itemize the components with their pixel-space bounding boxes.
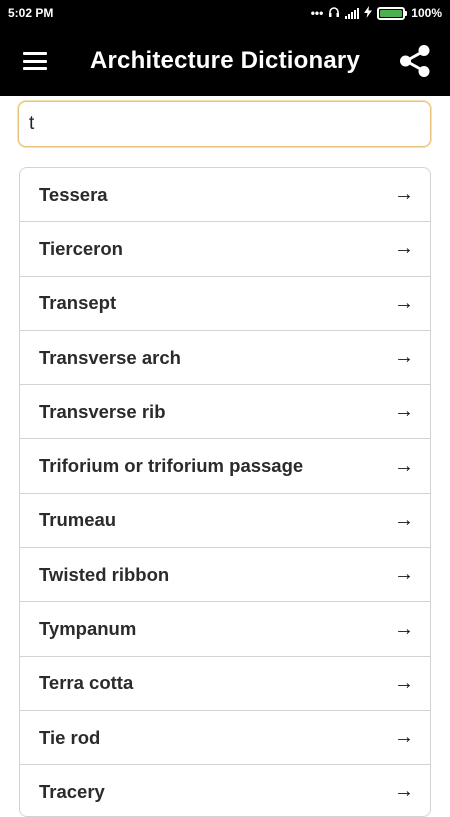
- arrow-right-icon: →: [394, 291, 414, 314]
- list-item-label: Tessera: [39, 183, 108, 205]
- charging-icon: [364, 5, 373, 21]
- status-time: 5:02 PM: [8, 6, 54, 20]
- list-item[interactable]: Triforium or triforium passage →: [20, 439, 430, 494]
- arrow-right-icon: →: [394, 183, 414, 206]
- list-item[interactable]: Tierceron →: [20, 222, 430, 277]
- app-title: Architecture Dictionary: [89, 47, 360, 74]
- arrow-right-icon: →: [394, 346, 414, 369]
- battery-icon: [377, 6, 408, 20]
- list-item[interactable]: Terra cotta →: [20, 657, 430, 711]
- list-item[interactable]: Twisted ribbon →: [20, 548, 430, 603]
- status-right: ••• 100%: [310, 5, 442, 21]
- arrow-right-icon: →: [394, 508, 414, 531]
- menu-button[interactable]: [0, 26, 70, 96]
- list-item[interactable]: Tessera →: [20, 168, 430, 223]
- share-button[interactable]: [380, 26, 450, 96]
- list-item-label: Trumeau: [39, 509, 117, 531]
- term-list: Tessera → Tierceron → Transept → Transverse ar…: [19, 167, 431, 817]
- list-item[interactable]: Transverse arch →: [20, 331, 430, 386]
- share-icon: [400, 45, 430, 77]
- arrow-right-icon: →: [394, 726, 414, 749]
- dots-icon: •••: [310, 6, 324, 20]
- list-item-label: Terra cotta: [39, 672, 134, 694]
- arrow-right-icon: →: [394, 454, 414, 477]
- arrow-right-icon: →: [394, 671, 414, 694]
- status-icons: •••: [310, 5, 408, 21]
- list-item-label: Tierceron: [39, 237, 123, 259]
- list-item[interactable]: Transverse rib →: [20, 385, 430, 440]
- list-item[interactable]: Tie rod →: [20, 711, 430, 766]
- app-bar: Architecture Dictionary: [0, 26, 450, 96]
- search-input[interactable]: [18, 101, 431, 147]
- list-item[interactable]: Tracery →: [20, 765, 430, 816]
- list-item-label: Transverse arch: [39, 346, 181, 368]
- list-item-label: Twisted ribbon: [39, 563, 170, 585]
- arrow-right-icon: →: [394, 617, 414, 640]
- hamburger-icon: [23, 52, 47, 70]
- headphones-icon: [328, 6, 340, 21]
- list-item-label: Transverse rib: [39, 400, 166, 422]
- list-item-label: Tie rod: [39, 726, 101, 748]
- list-item[interactable]: Tympanum →: [20, 602, 430, 657]
- search-container: [18, 101, 431, 147]
- arrow-right-icon: →: [394, 563, 414, 586]
- list-item-label: Triforium or triforium passage: [39, 455, 304, 477]
- list-item-label: Tympanum: [39, 618, 137, 640]
- arrow-right-icon: →: [394, 237, 414, 260]
- list-item[interactable]: Transept →: [20, 277, 430, 331]
- status-bar: 5:02 PM ••• 100%: [0, 0, 450, 26]
- list-item-label: Transept: [39, 292, 117, 314]
- arrow-right-icon: →: [394, 400, 414, 423]
- battery-percent: 100%: [411, 6, 442, 20]
- signal-icon: [345, 7, 360, 19]
- list-item[interactable]: Trumeau →: [20, 494, 430, 549]
